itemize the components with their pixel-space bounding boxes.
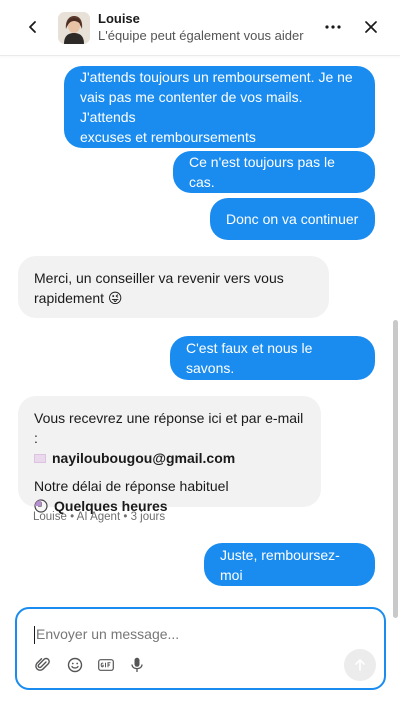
close-button[interactable] bbox=[360, 16, 382, 38]
message-line: excuses et remboursements bbox=[80, 129, 256, 145]
outgoing-message: Juste, remboursez-moi bbox=[204, 543, 375, 586]
close-icon bbox=[365, 21, 377, 33]
incoming-message: Merci, un conseiller va revenir vers vou… bbox=[18, 256, 329, 318]
message-line: Merci, un conseiller va revenir vers vou… bbox=[34, 270, 284, 286]
scrollbar[interactable] bbox=[393, 320, 398, 618]
outgoing-message: Donc on va continuer bbox=[210, 198, 375, 240]
message-list[interactable]: J'attends toujours un remboursement. Je … bbox=[0, 56, 392, 606]
message-line: J'attends toujours un remboursement. Je … bbox=[80, 69, 353, 85]
message-line: vais pas me contenter de vos mails. J'at… bbox=[80, 89, 303, 125]
attach-button[interactable] bbox=[34, 656, 52, 674]
outgoing-message: C'est faux et nous le savons. bbox=[170, 336, 375, 380]
microphone-icon bbox=[131, 657, 143, 672]
message-composer[interactable]: Envoyer un message... bbox=[15, 607, 386, 690]
more-options-button[interactable] bbox=[320, 16, 346, 38]
arrow-up-icon bbox=[355, 659, 365, 671]
send-button[interactable] bbox=[344, 649, 376, 681]
outgoing-message: Ce n'est toujours pas le cas. bbox=[173, 151, 375, 193]
message-input[interactable]: Envoyer un message... bbox=[34, 626, 334, 644]
emoji-button[interactable] bbox=[66, 656, 84, 674]
avatar bbox=[58, 12, 90, 44]
outgoing-message: J'attends toujours un remboursement. Je … bbox=[64, 66, 375, 148]
envelope-icon bbox=[34, 453, 46, 463]
incoming-message: Vous recevrez une réponse ici et par e-m… bbox=[18, 396, 321, 514]
emoji-icon bbox=[67, 657, 83, 673]
message-line: Notre délai de réponse habituel bbox=[34, 478, 229, 494]
voice-button[interactable] bbox=[128, 656, 146, 674]
message-meta: Louise • AI Agent • 3 jours bbox=[33, 511, 166, 523]
message-line: Vous recevrez une réponse ici et par e-m… bbox=[34, 410, 304, 446]
message-line: rapidement 😜 bbox=[34, 290, 123, 306]
chevron-left-icon bbox=[29, 21, 36, 33]
gif-icon bbox=[98, 659, 114, 671]
agent-subtitle: L'équipe peut également vous aider bbox=[98, 28, 304, 43]
gif-button[interactable] bbox=[97, 656, 115, 674]
more-horizontal-icon bbox=[325, 25, 341, 29]
back-button[interactable] bbox=[22, 16, 44, 38]
agent-name: Louise bbox=[98, 11, 140, 26]
paperclip-icon bbox=[35, 657, 50, 671]
email-address: nayiloubougou@gmail.com bbox=[52, 450, 236, 466]
chat-header: Louise L'équipe peut également vous aide… bbox=[0, 0, 400, 56]
